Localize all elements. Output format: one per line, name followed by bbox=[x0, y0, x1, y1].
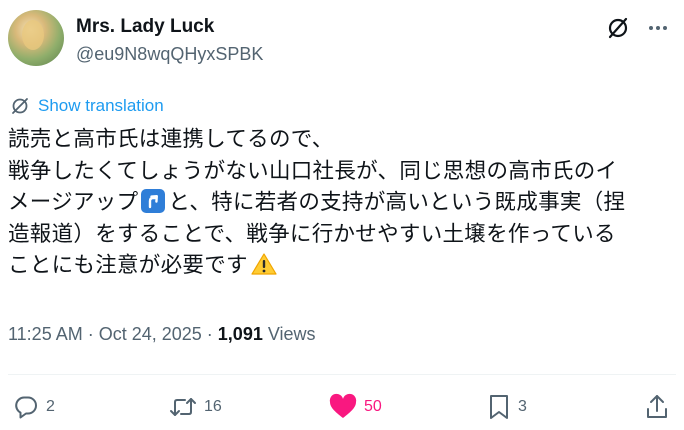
reply-bubble-icon bbox=[15, 396, 37, 419]
reply-count: 2 bbox=[46, 398, 55, 415]
author-name[interactable]: Mrs. Lady Luck bbox=[76, 16, 214, 38]
tweet-line-3a: メージアップ bbox=[8, 190, 139, 215]
tweet-date[interactable]: Oct 24, 2025 bbox=[99, 324, 202, 344]
like-count: 50 bbox=[364, 398, 382, 415]
views-label: Views bbox=[262, 324, 316, 344]
repost-button[interactable]: 16 bbox=[168, 392, 222, 422]
tweet-line-3: メージアップ と、特に若者の支持が高いという既成事実（捏 bbox=[8, 187, 678, 219]
tweet-time[interactable]: 11:25 AM bbox=[8, 324, 83, 344]
views-count[interactable]: 1,091 bbox=[218, 324, 263, 344]
repost-arrows-icon bbox=[170, 398, 196, 416]
tweet-header: Mrs. Lady Luck @eu9N8wqQHyxSPBK bbox=[8, 10, 674, 72]
heart-filled-icon bbox=[329, 393, 357, 418]
tweet-line-2: 戦争したくてしょうがない山口社長が、同じ思想の高市氏のイ bbox=[8, 158, 618, 184]
like-button[interactable]: 50 bbox=[328, 392, 382, 422]
up-arrow-emoji-icon bbox=[141, 189, 166, 213]
meta-separator: · bbox=[201, 324, 218, 344]
more-dots-icon[interactable] bbox=[644, 14, 672, 42]
tweet-text: 読売と高市氏は連携してるので、 戦争したくてしょうがない山口社長が、同じ思想の高… bbox=[8, 124, 678, 282]
tweet-line-4: 造報道）をすることで、戦争に行かせやすい土壌を作っている bbox=[8, 221, 616, 247]
warning-emoji-icon bbox=[251, 253, 277, 275]
tweet-line-5-text: ことにも注意が必要です bbox=[8, 253, 248, 278]
tweet-line-1: 読売と高市氏は連携してるので、 bbox=[8, 127, 334, 152]
bookmark-button[interactable]: 3 bbox=[486, 392, 527, 422]
meta-separator: · bbox=[82, 324, 99, 344]
bookmark-count: 3 bbox=[518, 398, 527, 415]
repost-count: 16 bbox=[204, 398, 222, 415]
tweet-meta: 11:25 AM · Oct 24, 2025 · 1,091 Views bbox=[8, 324, 316, 345]
action-bar: 2 16 50 3 bbox=[0, 388, 684, 430]
bookmark-icon bbox=[490, 395, 508, 419]
divider bbox=[8, 374, 676, 375]
profile-avatar[interactable] bbox=[8, 10, 64, 66]
show-translation-link[interactable]: Show translation bbox=[10, 94, 164, 118]
author-handle[interactable]: @eu9N8wqQHyxSPBK bbox=[76, 44, 263, 65]
translate-globe-icon bbox=[12, 98, 28, 114]
reply-button[interactable]: 2 bbox=[12, 392, 55, 422]
tweet-line-3b: と、特に若者の支持が高いという既成事実（捏 bbox=[168, 190, 626, 215]
share-button[interactable] bbox=[644, 392, 670, 422]
share-upload-icon bbox=[647, 395, 667, 418]
grok-slash-icon[interactable] bbox=[604, 14, 632, 42]
translate-label[interactable]: Show translation bbox=[38, 96, 164, 116]
tweet-line-5: ことにも注意が必要です bbox=[8, 250, 678, 282]
